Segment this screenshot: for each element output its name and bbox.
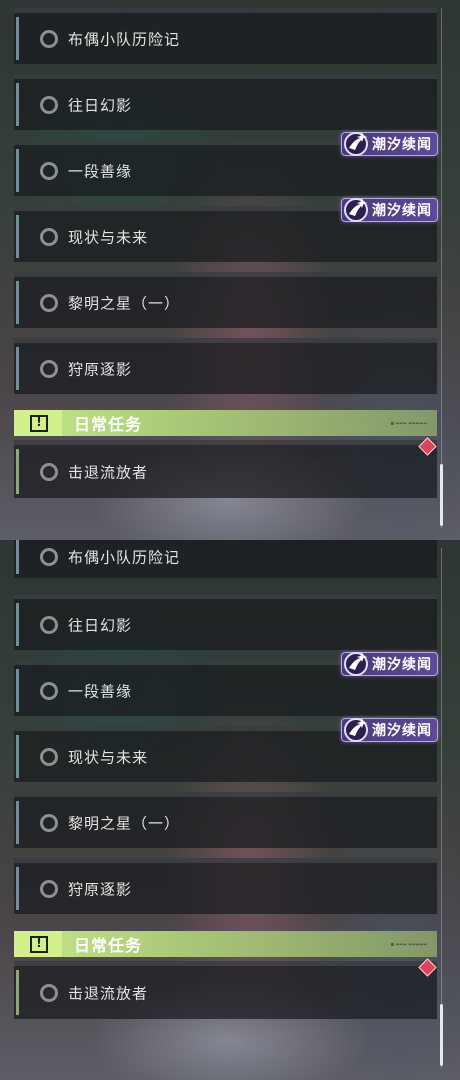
daily-section-header[interactable]: 日常任务 ■ ▬▬▬ ▬▬▬▬▬ [14,410,437,436]
quest-accent-bar [16,449,19,494]
quest-label: 狩原逐影 [68,360,133,378]
quest-label: 一段善缘 [68,162,133,180]
quest-label: 黎明之星（一） [68,294,181,312]
quest-list-panel: 布偶小队历险记 往日幻影 一段善缘 现状与未来 黎明之星（一） 狩原逐影 潮汐续… [0,0,460,540]
quest-item[interactable]: 黎明之星（一） [14,272,437,328]
tide-sequel-badge: 潮汐续闻 [341,198,438,222]
radio-circle-icon [40,359,58,378]
quest-accent-bar [16,149,19,192]
tide-sequel-badge: 潮汐续闻 [341,718,438,742]
quest-label: 黎明之星（一） [68,814,181,832]
radio-circle-icon [40,293,58,312]
radio-circle-icon [40,547,58,566]
quest-label: 现状与未来 [68,748,149,766]
quest-accent-bar [16,669,19,712]
quest-accent-bar [16,281,19,324]
header-decoration: ■ ▬▬▬ ▬▬▬▬▬ [390,941,427,947]
tide-sequel-badge: 潮汐续闻 [341,652,438,676]
quest-accent-bar [16,83,19,126]
badge-label: 潮汐续闻 [372,657,432,673]
quest-label: 布偶小队历险记 [68,30,181,48]
radio-circle-icon [40,161,58,180]
quest-item[interactable]: 击退流放者 [14,961,437,1019]
tide-sequel-badge: 潮汐续闻 [341,132,438,156]
quest-accent-bar [16,17,19,60]
section-title: 日常任务 [74,415,143,434]
badge-label: 潮汐续闻 [372,723,432,739]
scrollbar-thumb[interactable] [440,464,443,526]
radio-circle-icon [40,813,58,832]
quest-list-panel: 布偶小队历险记 往日幻影 一段善缘 现状与未来 黎明之星（一） 狩原逐影 潮汐续… [0,540,460,1080]
tide-emblem-icon [344,132,368,156]
daily-section-header[interactable]: 日常任务 ■ ▬▬▬ ▬▬▬▬▬ [14,931,437,957]
badge-label: 潮汐续闻 [372,203,432,219]
quest-label: 狩原逐影 [68,880,133,898]
quest-accent-bar [16,347,19,390]
header-decoration: ■ ▬▬▬ ▬▬▬▬▬ [390,420,427,426]
quest-item[interactable]: 黎明之星（一） [14,792,437,848]
quest-accent-bar [16,970,19,1015]
tide-emblem-icon [344,198,368,222]
radio-circle-icon [40,227,58,246]
badge-label: 潮汐续闻 [372,137,432,153]
radio-circle-icon [40,615,58,634]
quest-label: 往日幻影 [68,96,133,114]
quest-label: 击退流放者 [68,463,149,481]
tide-emblem-icon [344,652,368,676]
quest-accent-bar [16,215,19,258]
quest-item[interactable]: 往日幻影 [14,594,437,650]
radio-circle-icon [40,462,58,481]
quest-label: 击退流放者 [68,984,149,1002]
quest-accent-bar [16,867,19,910]
radio-circle-icon [40,95,58,114]
radio-circle-icon [40,681,58,700]
quest-accent-bar [16,735,19,778]
radio-circle-icon [40,983,58,1002]
quest-label: 一段善缘 [68,682,133,700]
scrollbar-thumb[interactable] [440,1004,443,1066]
scrollbar-track[interactable] [441,8,442,528]
tide-emblem-icon [344,718,368,742]
quest-item[interactable]: 往日幻影 [14,74,437,130]
quest-item[interactable]: 狩原逐影 [14,858,437,914]
quest-label: 往日幻影 [68,616,133,634]
exclamation-box-icon [14,931,62,957]
quest-accent-bar [16,801,19,844]
quest-label: 布偶小队历险记 [68,548,181,566]
radio-circle-icon [40,879,58,898]
radio-circle-icon [40,29,58,48]
quest-item[interactable]: 布偶小队历险记 [14,540,437,578]
quest-item[interactable]: 击退流放者 [14,440,437,498]
quest-label: 现状与未来 [68,228,149,246]
quest-item[interactable]: 布偶小队历险记 [14,8,437,64]
radio-circle-icon [40,747,58,766]
quest-accent-bar [16,603,19,646]
quest-item[interactable]: 狩原逐影 [14,338,437,394]
quest-accent-bar [16,540,19,574]
section-title: 日常任务 [74,936,143,955]
exclamation-box-icon [14,410,62,436]
scrollbar-track[interactable] [441,548,442,1068]
